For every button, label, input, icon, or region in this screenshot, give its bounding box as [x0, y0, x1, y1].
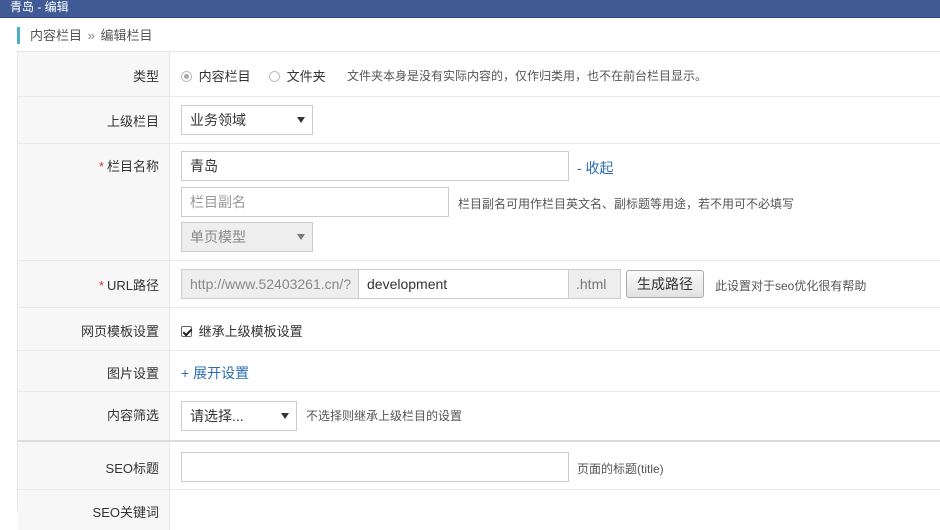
radio-folder[interactable]: 文件夹	[269, 66, 326, 85]
radio-content-column[interactable]: 内容栏目	[181, 66, 251, 85]
required-mark: *	[98, 159, 104, 174]
model-select: 单页模型	[181, 222, 313, 252]
name-label-wrap: * 栏目名称	[99, 156, 159, 175]
radio-folder-icon[interactable]	[269, 71, 280, 82]
inherit-template-checkbox[interactable]: 继承上级模板设置	[181, 321, 303, 340]
chevron-down-icon	[281, 413, 289, 419]
required-mark: *	[98, 278, 104, 293]
type-label: 类型	[132, 69, 159, 84]
breadcrumb: 内容栏目 » 编辑栏目	[17, 27, 153, 44]
checkbox-icon[interactable]	[181, 326, 192, 337]
collapse-link[interactable]: - 收起	[577, 158, 614, 178]
filter-row: 内容筛选 请选择... 不选择则继承上级栏目的设置	[18, 392, 940, 442]
breadcrumb-parent[interactable]: 内容栏目	[30, 28, 82, 43]
url-prefix: http://www.52403261.cn/?	[181, 269, 359, 299]
template-row: 网页模板设置 继承上级模板设置	[18, 308, 940, 351]
parent-select-value: 业务领域	[190, 112, 246, 128]
window-title: 青岛 - 编辑	[10, 0, 69, 14]
url-path-input[interactable]: development	[358, 269, 569, 299]
category-edit-form: 类型 内容栏目 文件夹 文件夹本身是没有实际内容的，仅作归类用，也不在前台栏目显…	[17, 51, 940, 530]
parent-select[interactable]: 业务领域	[181, 105, 313, 135]
url-suffix: .html	[568, 269, 621, 299]
model-select-value: 单页模型	[190, 229, 246, 245]
image-row: 图片设置 + 展开设置	[18, 351, 940, 392]
name-input[interactable]: 青岛	[181, 151, 569, 181]
template-label: 网页模板设置	[80, 324, 159, 339]
filter-label: 内容筛选	[106, 408, 159, 423]
seo-title-row: SEO标题 页面的标题(title)	[18, 442, 940, 490]
filter-select[interactable]: 请选择...	[181, 401, 297, 431]
radio-content-label[interactable]: 内容栏目	[199, 69, 251, 84]
url-label-wrap: * URL路径	[99, 275, 159, 294]
generate-path-button[interactable]: 生成路径	[626, 270, 704, 298]
chevron-down-icon	[297, 117, 305, 123]
radio-folder-label[interactable]: 文件夹	[287, 69, 326, 84]
chevron-down-icon	[297, 234, 305, 240]
type-row: 类型 内容栏目 文件夹 文件夹本身是没有实际内容的，仅作归类用，也不在前台栏目显…	[18, 52, 940, 97]
url-hint: 此设置对于seo优化很有帮助	[715, 279, 867, 293]
type-hint: 文件夹本身是没有实际内容的，仅作归类用，也不在前台栏目显示。	[347, 69, 708, 83]
filter-select-value: 请选择...	[190, 408, 244, 424]
seo-title-hint: 页面的标题(title)	[577, 462, 664, 476]
radio-content-icon[interactable]	[181, 71, 192, 82]
name-row: * 栏目名称 青岛 - 收起 栏目副名 栏目副名可用作栏目英文名、副标题等用途，若…	[18, 144, 940, 261]
expand-settings-link[interactable]: + 展开设置	[181, 363, 249, 383]
inherit-template-label[interactable]: 继承上级模板设置	[199, 324, 303, 339]
image-label: 图片设置	[106, 366, 159, 381]
breadcrumb-current: 编辑栏目	[100, 28, 153, 43]
seo-keywords-row: SEO关键词	[18, 490, 940, 530]
window-title-bar: 青岛 - 编辑	[0, 0, 940, 18]
breadcrumb-separator: »	[87, 28, 95, 43]
seo-title-label: SEO标题	[105, 461, 159, 476]
name-label: 栏目名称	[106, 159, 159, 174]
url-row: * URL路径 http://www.52403261.cn/? developm…	[18, 261, 940, 308]
seo-keywords-label: SEO关键词	[92, 505, 159, 520]
subname-hint: 栏目副名可用作栏目英文名、副标题等用途，若不用可不必填写	[458, 197, 795, 211]
parent-row: 上级栏目 业务领域	[18, 97, 940, 144]
url-label: URL路径	[106, 278, 159, 293]
parent-label: 上级栏目	[106, 114, 159, 129]
filter-hint: 不选择则继承上级栏目的设置	[306, 409, 463, 423]
seo-title-input[interactable]	[181, 452, 569, 482]
subname-input[interactable]: 栏目副名	[181, 187, 449, 217]
